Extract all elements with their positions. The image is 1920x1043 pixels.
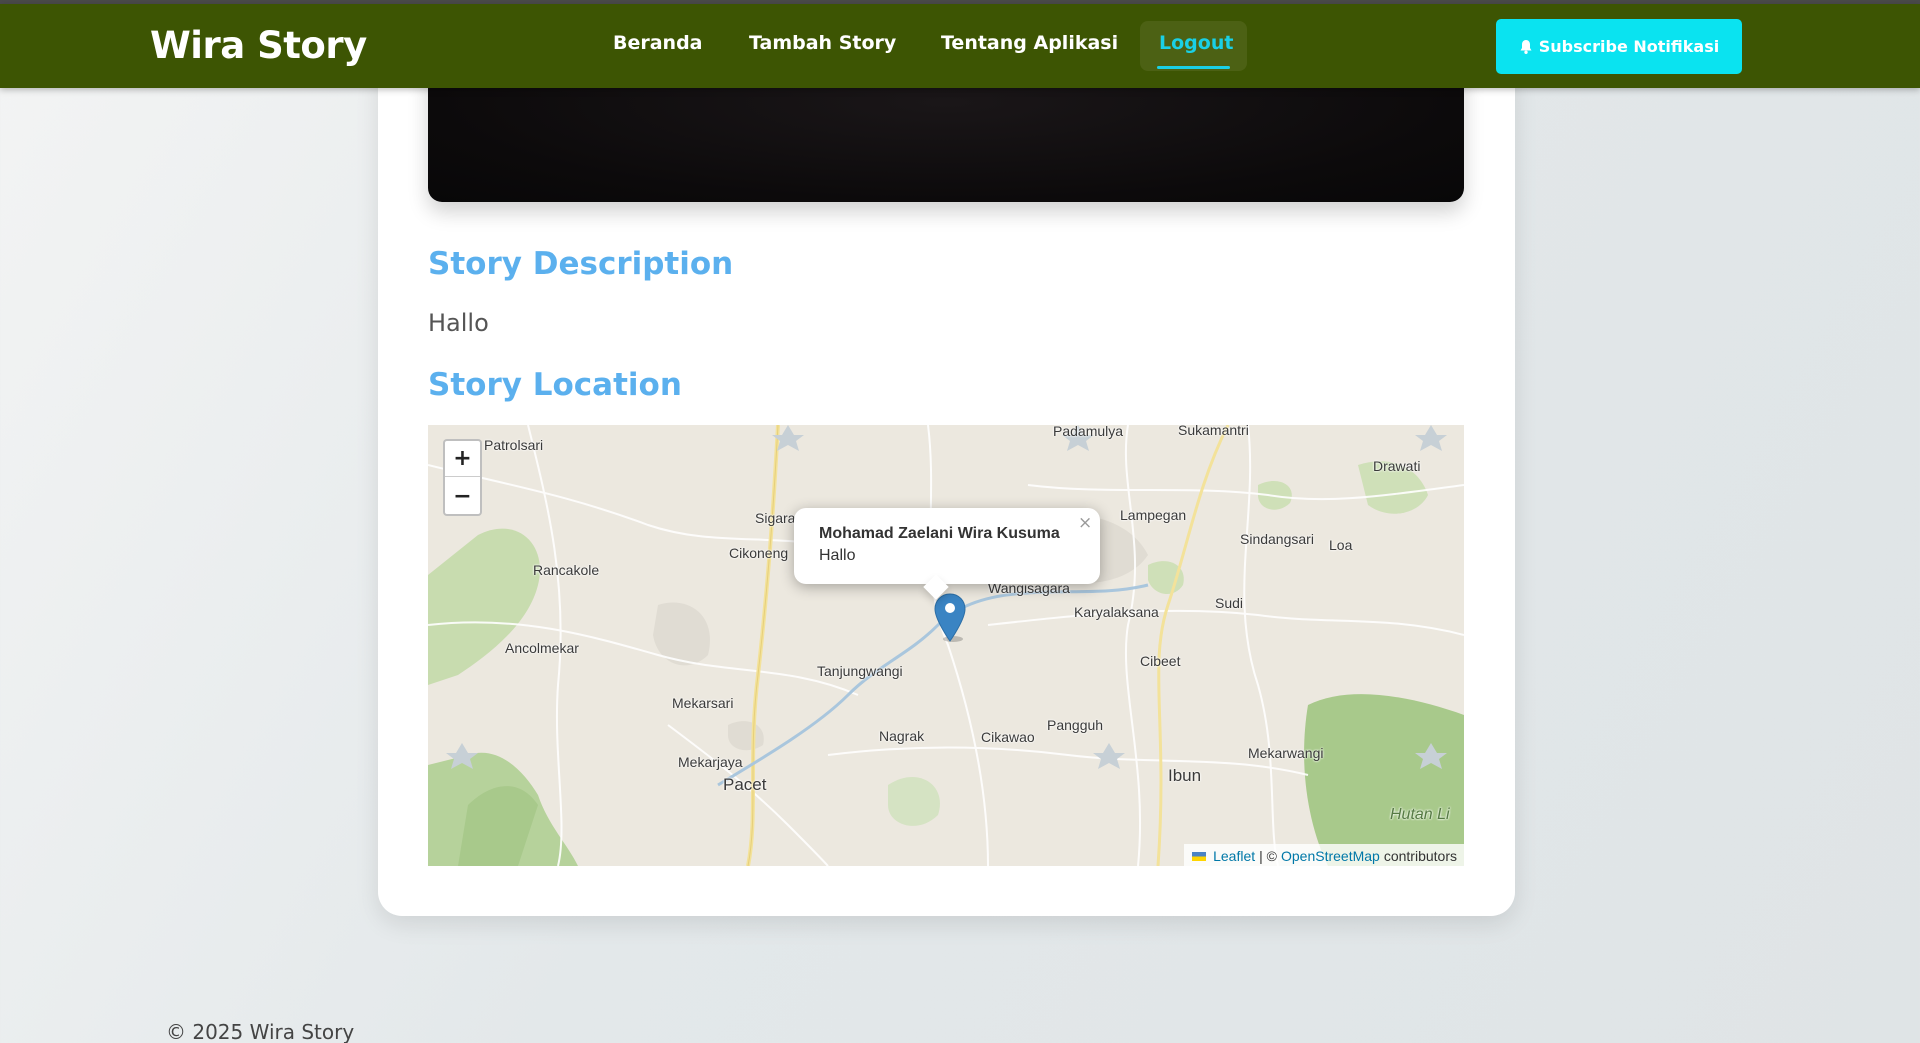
map-place-label: Ancolmekar (505, 640, 579, 656)
map-place-label: Sindangsari (1240, 531, 1314, 547)
map-place-label: Pacet (723, 775, 767, 794)
story-description-title: Story Description (428, 246, 734, 282)
leaflet-link[interactable]: Leaflet (1213, 848, 1255, 864)
nav-link-logout[interactable]: Logout (1140, 21, 1247, 71)
story-location-title: Story Location (428, 367, 682, 403)
map-place-label: Mekarjaya (678, 754, 743, 770)
logout-label: Logout (1159, 32, 1234, 54)
attribution-suffix: contributors (1383, 848, 1457, 864)
zoom-in-button[interactable]: + (445, 441, 480, 477)
subscribe-notification-button[interactable]: Subscribe Notifikasi (1496, 19, 1742, 74)
map-place-label: Rancakole (533, 562, 600, 578)
nav-link-beranda[interactable]: Beranda (613, 32, 703, 54)
ukraine-flag-icon (1192, 851, 1207, 861)
map-place-label: Cibeet (1140, 653, 1181, 669)
nav-link-tambah-story[interactable]: Tambah Story (749, 32, 896, 54)
active-underline (1157, 66, 1230, 69)
popup-close-icon[interactable]: × (1078, 513, 1092, 533)
map-place-label: Cikoneng (729, 545, 789, 561)
map-place-label: Patrolsari (484, 437, 544, 453)
map-tiles (428, 425, 1464, 866)
popup-story-text: Hallo (819, 547, 856, 564)
map-popup: Mohamad Zaelani Wira Kusuma Hallo × (794, 508, 1100, 600)
map-place-label: Padamulya (1053, 425, 1124, 439)
map-place-label: Loa (1329, 537, 1353, 553)
navbar: Wira Story Beranda Tambah Story Tentang … (0, 4, 1920, 88)
attribution-separator: | © (1259, 848, 1277, 864)
map-place-label: Nagrak (879, 728, 925, 744)
map-place-label: Pangguh (1047, 717, 1104, 733)
story-location-map[interactable]: Patrolsari Padamulya Sukamantri Drawati … (428, 425, 1464, 866)
bell-icon (1520, 39, 1532, 54)
openstreetmap-link[interactable]: OpenStreetMap (1281, 848, 1380, 864)
subscribe-label: Subscribe Notifikasi (1538, 37, 1720, 56)
story-description-text: Hallo (428, 309, 489, 337)
map-attribution: Leaflet | © OpenStreetMap contributors (1184, 844, 1464, 866)
map-place-label: Mekarwangi (1248, 745, 1324, 761)
map-place-label: Lampegan (1120, 507, 1187, 523)
map-place-label: Mekarsari (672, 695, 734, 711)
nav-link-tentang-aplikasi[interactable]: Tentang Aplikasi (941, 32, 1118, 54)
map-place-label: Sudi (1215, 595, 1244, 611)
zoom-out-button[interactable]: − (445, 478, 480, 514)
map-place-label: Drawati (1373, 458, 1421, 474)
map-place-label: Tanjungwangi (817, 663, 903, 679)
map-place-label: Sukamantri (1178, 425, 1249, 438)
footer-copyright: © 2025 Wira Story (166, 1020, 355, 1043)
map-zoom-control: + − (443, 439, 482, 516)
map-place-label: Hutan Li (1390, 806, 1450, 823)
map-place-label: Cikawao (981, 729, 1035, 745)
map-place-label: Karyalaksana (1074, 604, 1159, 620)
popup-author-name: Mohamad Zaelani Wira Kusuma (819, 525, 1060, 542)
map-place-label: Ibun (1168, 766, 1202, 785)
